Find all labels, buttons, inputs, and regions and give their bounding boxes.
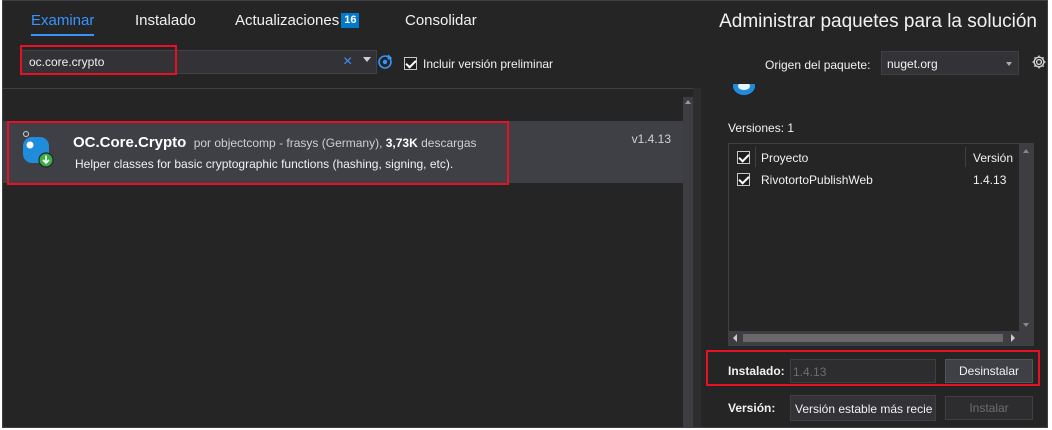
column-separator bbox=[965, 147, 966, 167]
tab-instalado[interactable]: Instalado bbox=[135, 12, 196, 29]
package-author: por objectcomp - frasys (Germany), bbox=[193, 136, 383, 150]
scrollbar-thumb[interactable] bbox=[743, 334, 1003, 342]
scroll-up-icon[interactable] bbox=[1023, 149, 1029, 153]
column-header-version[interactable]: Versión bbox=[973, 151, 1013, 165]
package-downloads: 3,73K bbox=[385, 136, 418, 150]
panel-splitter[interactable] bbox=[693, 88, 701, 427]
projects-grid: Proyecto Versión RivotortoPublishWeb 1.4… bbox=[728, 143, 1034, 346]
divider bbox=[3, 88, 693, 89]
refresh-icon[interactable] bbox=[377, 54, 393, 70]
package-name: OC.Core.Crypto bbox=[73, 134, 187, 151]
prerelease-checkbox[interactable] bbox=[404, 57, 417, 70]
package-manager-window: Examinar Instalado Actualizaciones 16 Con… bbox=[2, 0, 1048, 428]
prerelease-label: Incluir versión preliminar bbox=[423, 57, 554, 71]
project-version: 1.4.13 bbox=[973, 173, 1007, 187]
tab-actualizaciones-label: Actualizaciones bbox=[235, 12, 340, 29]
table-row[interactable]: RivotortoPublishWeb 1.4.13 bbox=[729, 169, 1033, 189]
package-version: v1.4.13 bbox=[631, 132, 671, 146]
versions-count-label: Versiones: 1 bbox=[728, 121, 795, 135]
package-icon bbox=[733, 84, 755, 95]
package-list: OC.Core.Crypto por objectcomp - frasys (… bbox=[3, 97, 683, 427]
updates-count-badge: 16 bbox=[341, 13, 360, 28]
version-label: Versión: bbox=[728, 401, 776, 415]
installed-label: Instalado: bbox=[728, 364, 785, 378]
search-input[interactable] bbox=[29, 54, 319, 70]
project-name: RivotortoPublishWeb bbox=[761, 173, 873, 187]
installed-version-field: 1.4.13 bbox=[790, 359, 936, 383]
search-box: × bbox=[20, 50, 377, 74]
package-details-panel: Versiones: 1 Proyecto Versión RivotortoP… bbox=[701, 84, 1047, 427]
tab-actualizaciones[interactable]: Actualizaciones 16 bbox=[235, 12, 360, 29]
column-separator bbox=[755, 147, 756, 167]
scroll-right-icon[interactable] bbox=[1011, 334, 1015, 342]
install-button[interactable]: Instalar bbox=[945, 396, 1033, 420]
package-description: Helper classes for basic cryptographic f… bbox=[75, 157, 454, 171]
grid-header-row: Proyecto Versión bbox=[729, 147, 1033, 167]
version-select[interactable]: Versión estable más recie bbox=[790, 395, 936, 421]
chevron-down-icon[interactable] bbox=[363, 57, 371, 62]
scroll-left-icon[interactable] bbox=[733, 334, 737, 342]
package-list-item[interactable]: OC.Core.Crypto por objectcomp - frasys (… bbox=[3, 121, 683, 183]
package-title-line: OC.Core.Crypto por objectcomp - frasys (… bbox=[73, 134, 477, 151]
grid-vertical-scrollbar[interactable] bbox=[1019, 144, 1033, 332]
scroll-down-icon[interactable] bbox=[1023, 323, 1029, 327]
package-downloads-suffix: descargas bbox=[421, 136, 477, 150]
package-source-select[interactable]: nuget.org bbox=[881, 51, 1019, 75]
package-list-scrollbar[interactable] bbox=[683, 97, 693, 427]
gear-icon[interactable] bbox=[1031, 54, 1047, 70]
grid-horizontal-scrollbar[interactable] bbox=[729, 331, 1033, 345]
package-source-label: Origen del paquete: bbox=[765, 58, 871, 72]
tab-bar: Examinar Instalado Actualizaciones 16 Con… bbox=[3, 1, 693, 41]
chevron-down-icon bbox=[1006, 62, 1012, 66]
column-header-project[interactable]: Proyecto bbox=[761, 151, 808, 165]
page-title: Administrar paquetes para la solución bbox=[719, 11, 1037, 32]
package-icon bbox=[23, 131, 54, 168]
select-all-checkbox[interactable] bbox=[737, 151, 750, 164]
tab-consolidar[interactable]: Consolidar bbox=[405, 12, 477, 29]
package-source-value: nuget.org bbox=[887, 57, 938, 71]
scroll-up-icon[interactable] bbox=[685, 100, 691, 104]
project-checkbox[interactable] bbox=[737, 173, 750, 186]
tab-examinar[interactable]: Examinar bbox=[31, 12, 95, 36]
uninstall-button[interactable]: Desinstalar bbox=[945, 359, 1033, 383]
close-icon[interactable]: × bbox=[343, 53, 352, 71]
